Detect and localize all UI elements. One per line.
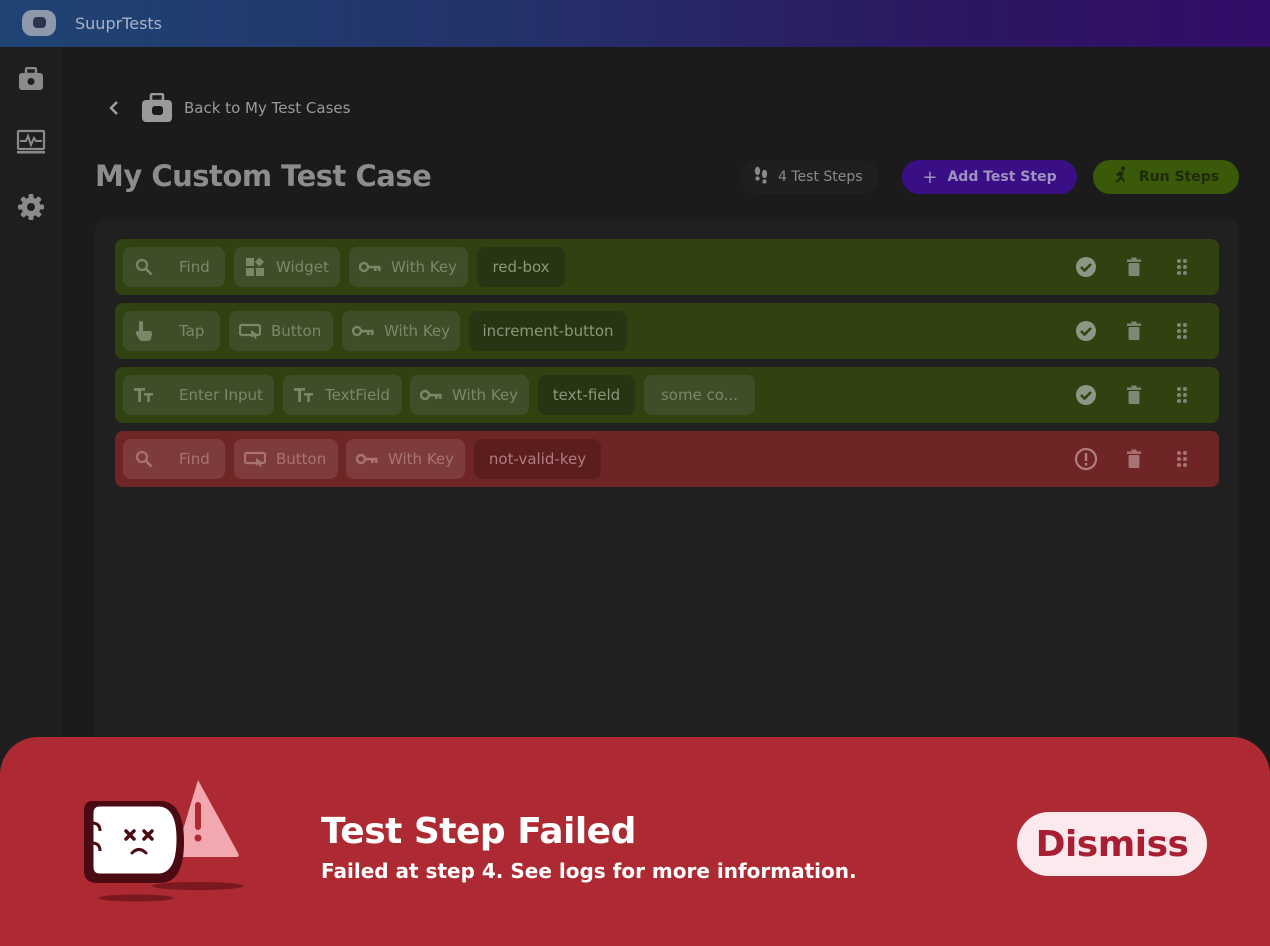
search-icon	[123, 450, 165, 468]
add-test-step-button[interactable]: + Add Test Step	[902, 160, 1077, 194]
action-label: Tap	[179, 322, 205, 340]
button-icon	[229, 323, 271, 339]
value-chip[interactable]: text-field	[538, 375, 635, 415]
by-label: With Key	[388, 450, 455, 468]
action-chip[interactable]: Find	[123, 247, 225, 287]
plus-icon: +	[922, 166, 938, 188]
gear-icon[interactable]	[16, 192, 46, 222]
drag-handle-icon[interactable]	[1167, 367, 1197, 423]
button-icon	[234, 451, 276, 467]
by-chip[interactable]: With Key	[410, 375, 529, 415]
steps-count-badge: 4 Test Steps	[740, 160, 879, 194]
run-steps-button[interactable]: Run Steps	[1093, 160, 1239, 194]
drag-handle-icon[interactable]	[1167, 239, 1197, 295]
briefcase-icon[interactable]	[16, 64, 46, 94]
input-value-chip[interactable]: some co...	[644, 375, 755, 415]
trash-icon[interactable]	[1119, 239, 1149, 295]
target-label: Button	[271, 322, 322, 340]
by-label: With Key	[452, 386, 519, 404]
value-chip[interactable]: not-valid-key	[474, 439, 601, 479]
briefcase-icon	[140, 92, 174, 124]
action-label: Find	[179, 258, 210, 276]
key-icon	[349, 261, 391, 273]
page-title: My Custom Test Case	[95, 159, 432, 193]
target-label: Widget	[276, 258, 329, 276]
key-icon	[346, 453, 388, 465]
action-chip[interactable]: Find	[123, 439, 225, 479]
app-logo-icon	[22, 10, 56, 36]
by-chip[interactable]: With Key	[349, 247, 468, 287]
key-icon	[410, 389, 452, 401]
test-step-row[interactable]: Tap Button With Key increment-button	[115, 303, 1219, 359]
failed-mascot-icon	[78, 775, 248, 905]
check-circle-icon	[1071, 367, 1101, 423]
target-chip[interactable]: Widget	[234, 247, 340, 287]
trash-icon[interactable]	[1119, 367, 1149, 423]
footsteps-icon	[754, 166, 768, 188]
by-label: With Key	[384, 322, 451, 340]
failure-toast: Test Step Failed Failed at step 4. See l…	[0, 737, 1270, 946]
touch-icon	[123, 320, 165, 342]
monitor-heartbeat-icon[interactable]	[16, 127, 46, 157]
text-icon	[283, 387, 325, 403]
test-step-row[interactable]: Find Widget With Key red-box	[115, 239, 1219, 295]
back-link-label[interactable]: Back to My Test Cases	[184, 99, 350, 117]
by-label: With Key	[391, 258, 458, 276]
drag-handle-icon[interactable]	[1167, 303, 1197, 359]
check-circle-icon	[1071, 239, 1101, 295]
trash-icon[interactable]	[1119, 303, 1149, 359]
app-name: SuuprTests	[75, 14, 163, 33]
toast-message: Failed at step 4. See logs for more info…	[321, 859, 857, 883]
action-label: Find	[179, 450, 210, 468]
drag-handle-icon[interactable]	[1167, 431, 1197, 487]
steps-count-label: 4 Test Steps	[778, 169, 863, 185]
error-circle-icon	[1071, 431, 1101, 487]
dismiss-button[interactable]: Dismiss	[1017, 812, 1207, 876]
test-step-row-failed[interactable]: Find Button With Key not-valid-key	[115, 431, 1219, 487]
title-bar: SuuprTests	[0, 0, 1270, 47]
target-chip[interactable]: TextField	[283, 375, 402, 415]
search-icon	[123, 258, 165, 276]
trash-icon[interactable]	[1119, 431, 1149, 487]
target-chip[interactable]: Button	[234, 439, 338, 479]
value-chip[interactable]: increment-button	[469, 311, 627, 351]
action-label: Enter Input	[179, 386, 263, 404]
check-circle-icon	[1071, 303, 1101, 359]
by-chip[interactable]: With Key	[342, 311, 460, 351]
run-steps-label: Run Steps	[1138, 169, 1220, 185]
widgets-icon	[234, 257, 276, 277]
text-icon	[123, 387, 165, 403]
toast-title: Test Step Failed	[321, 811, 636, 852]
target-chip[interactable]: Button	[229, 311, 333, 351]
chevron-left-icon[interactable]	[104, 100, 124, 116]
test-step-row[interactable]: Enter Input TextField With Key text-fiel…	[115, 367, 1219, 423]
action-chip[interactable]: Tap	[123, 311, 220, 351]
target-label: TextField	[325, 386, 390, 404]
running-person-icon	[1113, 166, 1129, 188]
action-chip[interactable]: Enter Input	[123, 375, 274, 415]
key-icon	[342, 325, 384, 337]
add-test-step-label: Add Test Step	[947, 169, 1057, 185]
value-chip[interactable]: red-box	[477, 247, 565, 287]
target-label: Button	[276, 450, 327, 468]
back-link[interactable]: Back to My Test Cases	[104, 91, 350, 125]
by-chip[interactable]: With Key	[346, 439, 465, 479]
